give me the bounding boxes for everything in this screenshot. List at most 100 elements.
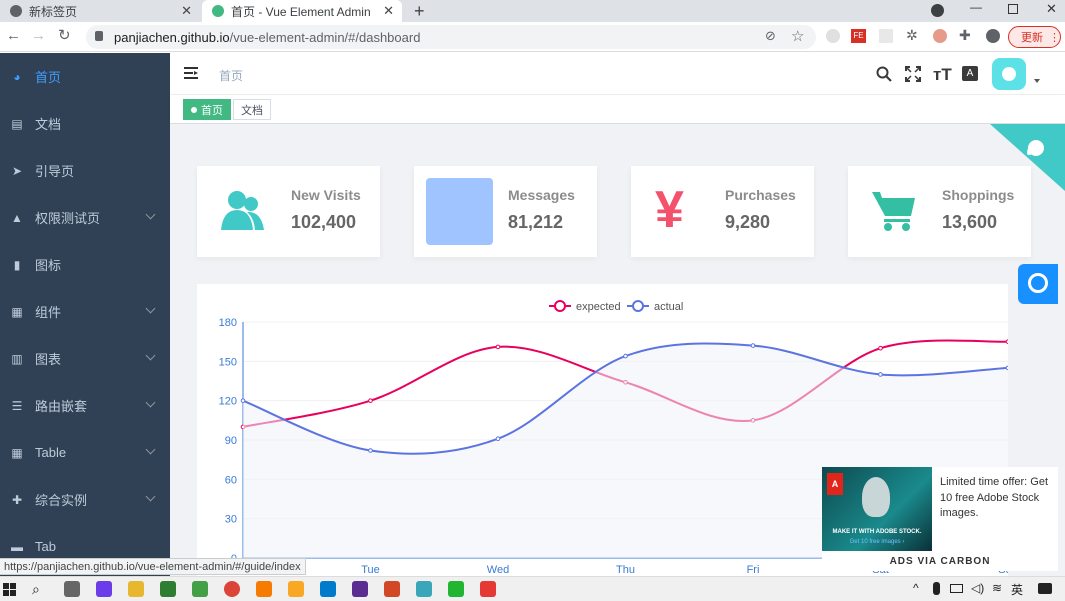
chevron-down-icon — [145, 303, 156, 314]
panel-new-visits[interactable]: New Visits 102,400 — [197, 166, 380, 257]
peoples-icon — [221, 190, 265, 237]
app-icon[interactable] — [256, 581, 272, 597]
sidebar-item[interactable]: ▦ Table — [0, 429, 170, 476]
panel-label: Purchases — [725, 187, 796, 203]
sidebar-item[interactable]: ▥ 图表 — [0, 335, 170, 382]
settings-button[interactable] — [1018, 264, 1058, 304]
chevron-down-icon — [145, 350, 156, 361]
sidebar-item-label: Tab — [35, 539, 56, 554]
dashboard-icon: ◕ — [13, 69, 21, 84]
close-window-icon[interactable]: ✕ — [1046, 1, 1057, 17]
minimize-icon[interactable]: — — [970, 0, 982, 14]
browser-tab-active[interactable]: 首页 - Vue Element Admin ✕ — [202, 0, 402, 22]
sidebar-item[interactable]: ▲ 权限测试页 — [0, 194, 170, 241]
search-icon[interactable]: ⌕ — [32, 581, 40, 598]
guide-icon: ➤ — [11, 163, 23, 178]
app-icon[interactable] — [192, 581, 208, 597]
bug-extension-icon[interactable]: ✲ — [906, 27, 918, 44]
panel-messages[interactable]: Messages 81,212 — [414, 166, 597, 257]
ime-indicator[interactable]: 英 — [1011, 581, 1023, 598]
data-point — [878, 372, 883, 377]
panel-shoppings[interactable]: Shoppings 13,600 — [848, 166, 1031, 257]
ad-text[interactable]: Limited time offer: Get 10 free Adobe St… — [940, 475, 1055, 522]
app-icon[interactable] — [160, 581, 176, 597]
sidebar-item[interactable]: ☰ 路由嵌套 — [0, 382, 170, 429]
sidebar-item[interactable]: ✚ 综合实例 — [0, 476, 170, 523]
tag-label: 文档 — [241, 104, 263, 117]
address-bar: ← → ↻ panjiachen.github.io/vue-element-a… — [0, 22, 1065, 52]
legend-marker — [554, 300, 566, 312]
nested-icon: ☰ — [11, 398, 23, 413]
app-icon[interactable] — [448, 581, 464, 597]
task-view-icon[interactable] — [64, 581, 80, 597]
vscode-icon[interactable] — [320, 581, 336, 597]
bookmark-star-icon[interactable]: ☆ — [791, 27, 804, 45]
fullscreen-icon[interactable] — [905, 66, 921, 87]
ad-footer[interactable]: ADS VIA CARBON — [822, 556, 1058, 567]
translate-icon[interactable]: A — [962, 66, 978, 81]
lock-icon — [95, 31, 103, 41]
panel-label: New Visits — [291, 187, 361, 203]
reload-icon[interactable]: ↻ — [58, 26, 71, 44]
panel-purchases[interactable]: ¥ Purchases 9,280 — [631, 166, 814, 257]
sidebar-item-label: 权限测试页 — [35, 211, 101, 226]
back-icon[interactable]: ← — [6, 27, 21, 44]
restore-icon[interactable] — [1008, 4, 1018, 14]
wifi-icon[interactable]: ≋ — [992, 581, 1002, 595]
app-icon[interactable] — [480, 581, 496, 597]
file-explorer-icon[interactable] — [288, 581, 304, 597]
volume-icon[interactable]: ◁) — [971, 581, 984, 595]
ad-image[interactable]: A MAKE IT WITH ADOBE STOCK. Get 10 free … — [822, 467, 932, 551]
caret-down-icon[interactable] — [1034, 79, 1040, 83]
sidebar-item[interactable]: ◕ 首页 — [0, 53, 170, 100]
battery-icon[interactable] — [950, 584, 963, 593]
profile-dropdown-icon[interactable] — [931, 4, 944, 17]
app-icon[interactable] — [416, 581, 432, 597]
close-tab-icon[interactable]: ✕ — [383, 3, 394, 19]
microphone-icon[interactable] — [933, 582, 940, 595]
chrome-taskbar-icon[interactable] — [224, 581, 240, 597]
tag-home[interactable]: 首页 — [183, 99, 231, 120]
app-icon[interactable] — [96, 581, 112, 597]
sidebar-item[interactable]: ▤ 文档 — [0, 100, 170, 147]
sidebar-item[interactable]: ▮ 图标 — [0, 241, 170, 288]
extension-icon[interactable] — [826, 29, 840, 43]
profile-icon[interactable] — [986, 29, 1000, 43]
app-icon[interactable] — [128, 581, 144, 597]
new-tab-icon[interactable]: + — [414, 1, 425, 22]
forward-icon[interactable]: → — [31, 27, 46, 44]
sidebar-item[interactable]: ➤ 引导页 — [0, 147, 170, 194]
y-tick-label: 60 — [225, 474, 237, 486]
size-select-icon[interactable]: ᴛT — [933, 65, 952, 85]
chevron-down-icon — [145, 397, 156, 408]
visual-studio-icon[interactable] — [352, 581, 368, 597]
tray-arrow-icon[interactable]: ^ — [913, 581, 919, 595]
carbon-ad[interactable]: A MAKE IT WITH ADOBE STOCK. Get 10 free … — [822, 467, 1058, 571]
hamburger-icon[interactable] — [184, 67, 198, 85]
url-path: /vue-element-admin/#/dashboard — [229, 30, 421, 45]
icon-icon: ▮ — [13, 257, 21, 272]
puzzle-icon[interactable]: ✚ — [959, 27, 971, 44]
powerpoint-icon[interactable] — [384, 581, 400, 597]
sidebar-item-label: 路由嵌套 — [35, 399, 88, 414]
sidebar-item-label: 图标 — [35, 258, 62, 273]
update-button[interactable]: 更新 ⋮ — [1008, 26, 1061, 48]
notification-icon[interactable] — [1038, 583, 1052, 594]
eye-off-icon[interactable]: ⊘ — [765, 28, 776, 44]
tag-documentation[interactable]: 文档 — [233, 99, 271, 120]
browser-tab-newtab[interactable]: 新标签页 ✕ — [0, 0, 200, 22]
windows-start-icon[interactable] — [3, 583, 16, 601]
close-tab-icon[interactable]: ✕ — [181, 3, 192, 19]
shopping-cart-icon — [872, 190, 916, 237]
message-icon — [426, 178, 493, 245]
data-point — [1005, 365, 1011, 371]
sidebar-item[interactable]: ▦ 组件 — [0, 288, 170, 335]
search-icon[interactable] — [876, 66, 892, 87]
sidebar-item-label: 引导页 — [35, 164, 75, 179]
extension-icon[interactable] — [879, 29, 893, 43]
url-field[interactable]: panjiachen.github.io/vue-element-admin/#… — [86, 25, 816, 49]
extension-icon[interactable] — [933, 29, 947, 43]
fe-extension-icon[interactable]: FE — [851, 29, 866, 43]
avatar[interactable] — [992, 58, 1026, 90]
sidebar-item-label: 文档 — [35, 117, 62, 132]
